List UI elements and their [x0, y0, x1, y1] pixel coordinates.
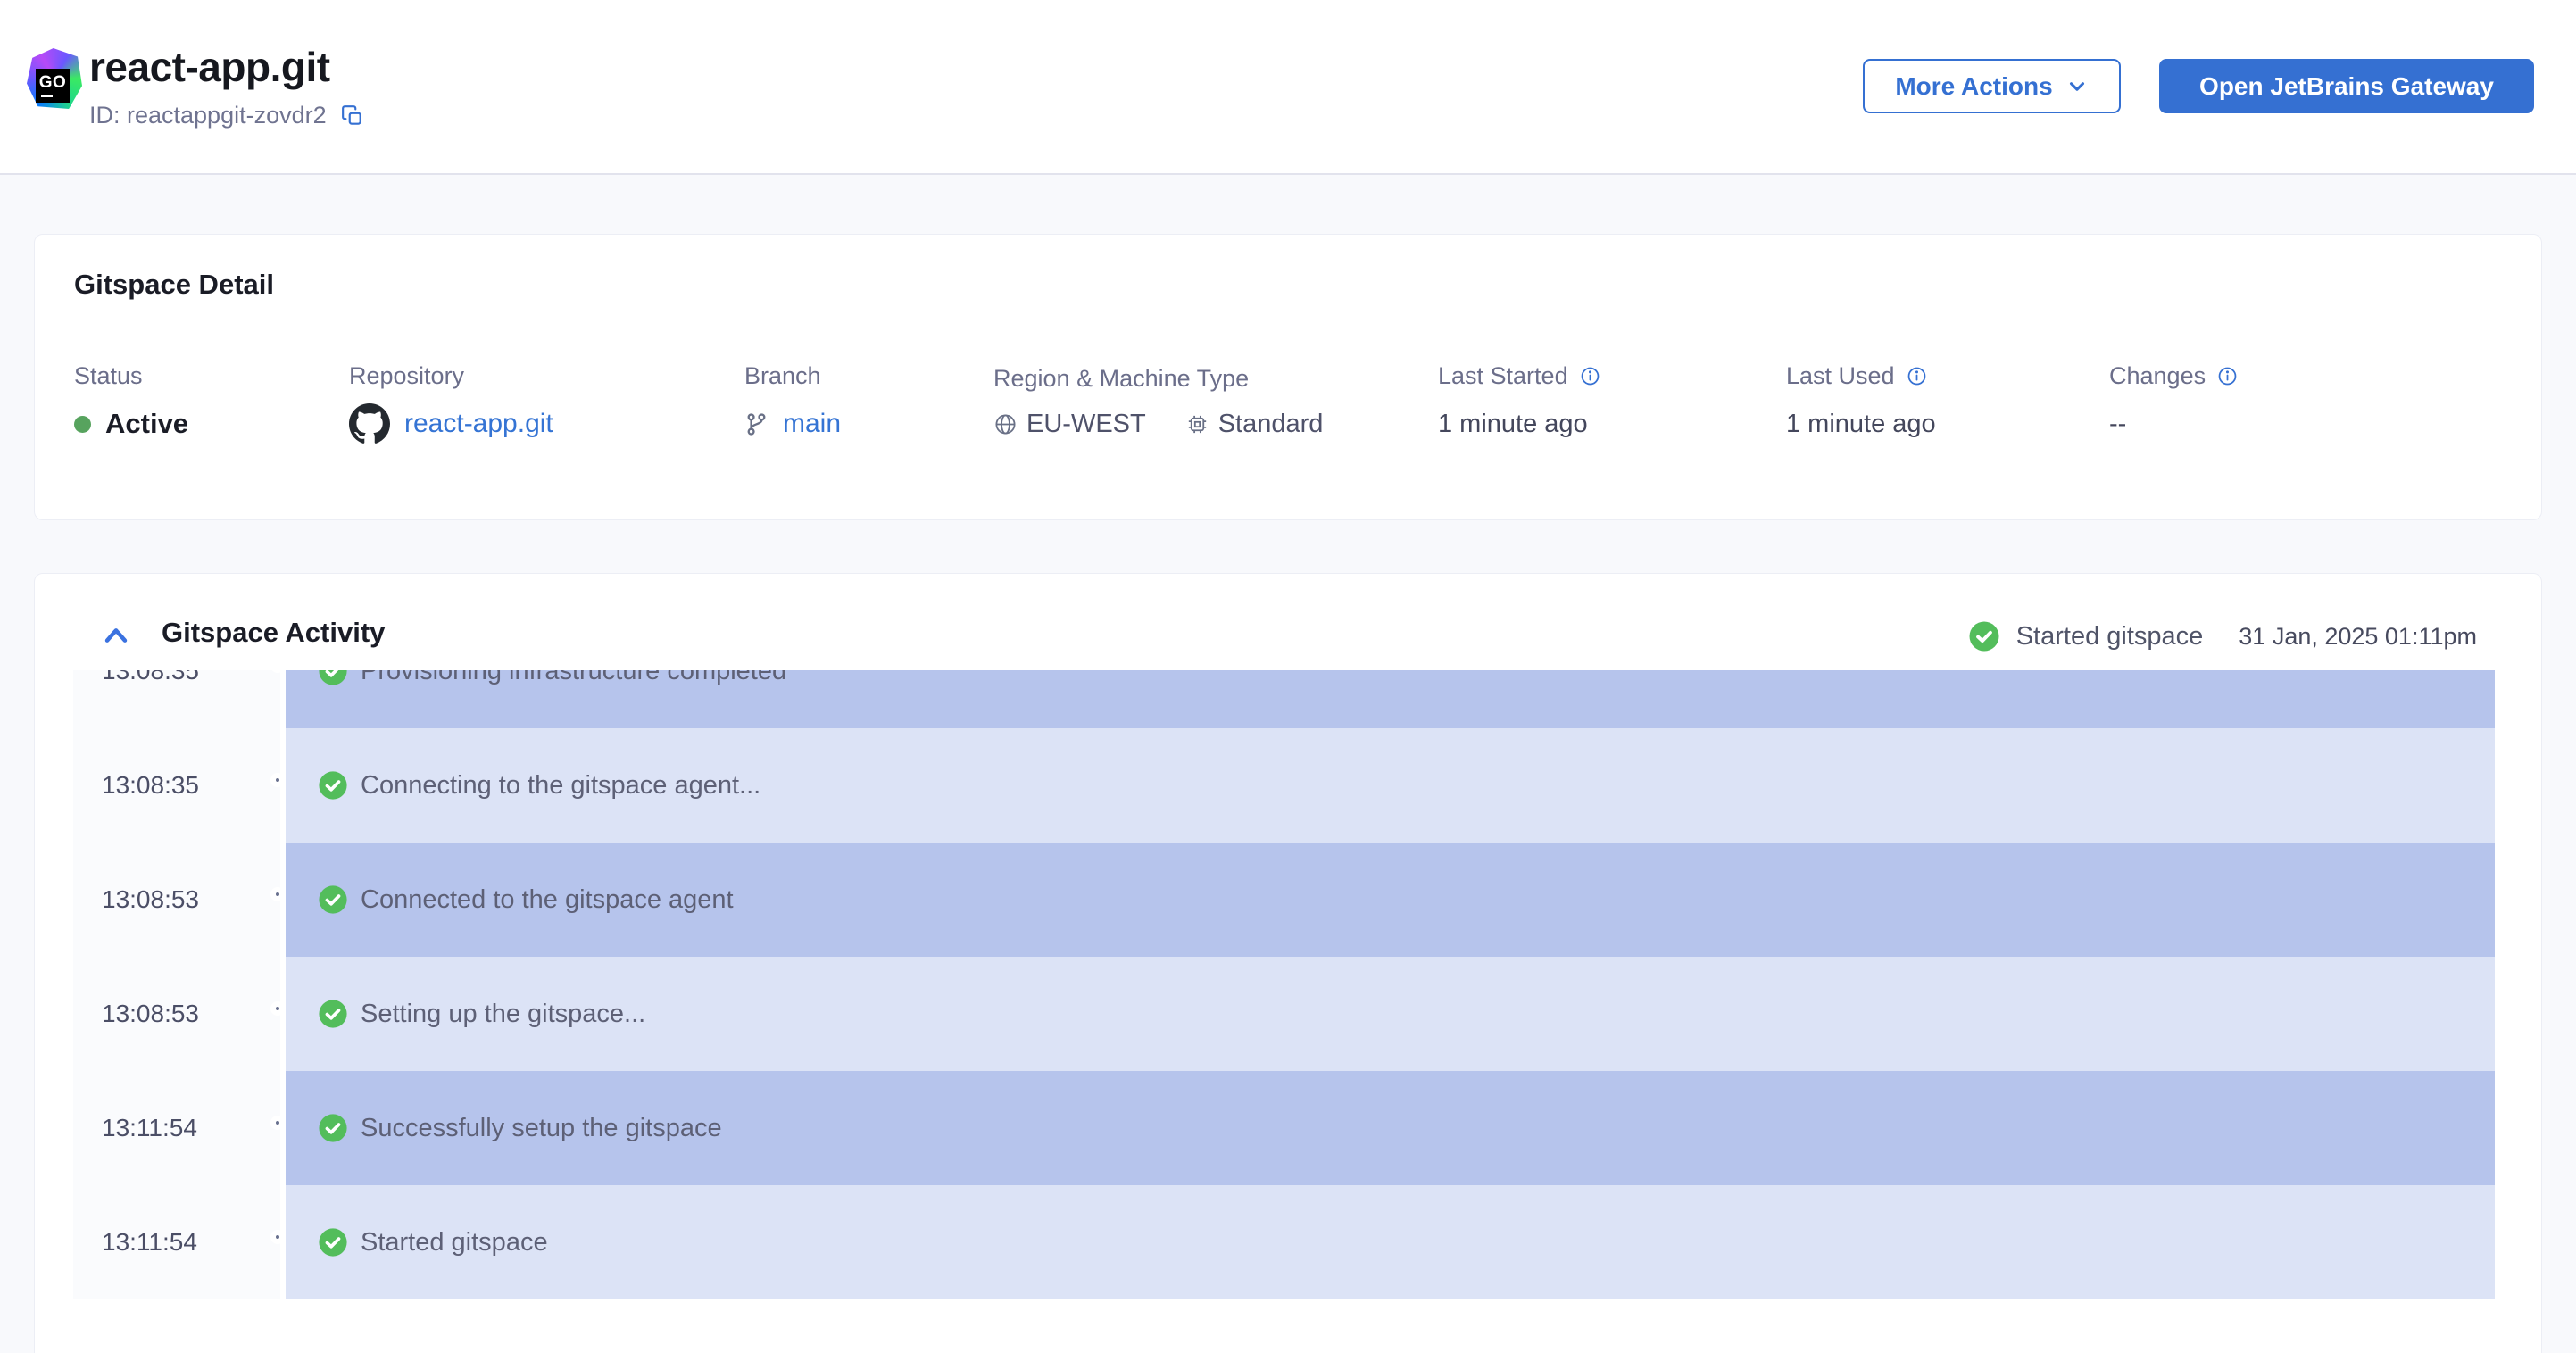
- activity-log-viewport[interactable]: 13:08:35 Provisioning infrastructure com…: [73, 670, 2495, 1299]
- last-started-label: Last Started: [1438, 362, 1568, 389]
- timeline-dot: [270, 773, 285, 787]
- page-title: react-app.git: [89, 44, 330, 90]
- globe-icon: [993, 412, 1018, 436]
- branch-link[interactable]: main: [783, 409, 841, 439]
- git-branch-icon: [744, 412, 769, 436]
- goland-logo-mark: GO: [36, 69, 70, 103]
- info-icon[interactable]: [2216, 365, 2239, 387]
- log-row: 13:08:53 Connected to the gitspace agent: [73, 843, 2495, 957]
- github-icon: [349, 403, 390, 444]
- activity-card-title: Gitspace Activity: [162, 617, 386, 648]
- copy-icon[interactable]: [341, 104, 364, 128]
- header-actions: More Actions Open JetBrains Gateway: [1863, 59, 2534, 113]
- last-started-value: 1 minute ago: [1438, 409, 1588, 438]
- machine-type-icon: [1185, 412, 1209, 436]
- activity-log-rows: 13:08:35 Provisioning infrastructure com…: [73, 670, 2495, 1299]
- check-circle-icon: [318, 770, 348, 801]
- status-active-dot: [74, 415, 91, 433]
- status-value: Active: [105, 408, 189, 439]
- activity-status: Started gitspace 31 Jan, 2025 01:11pm: [1968, 620, 2477, 652]
- repository-link[interactable]: react-app.git: [404, 409, 553, 439]
- changes-value: --: [2109, 409, 2127, 438]
- gitspace-id: ID: reactappgit-zovdr2: [89, 102, 327, 129]
- status-label: Status: [74, 362, 143, 389]
- log-message: Connecting to the gitspace agent...: [361, 770, 761, 800]
- log-message: Started gitspace: [361, 1227, 548, 1257]
- info-icon[interactable]: [1579, 365, 1601, 387]
- log-row: 13:08:35 Connecting to the gitspace agen…: [73, 728, 2495, 843]
- changes-label: Changes: [2109, 362, 2206, 389]
- log-message: Setting up the gitspace...: [361, 999, 646, 1028]
- check-circle-icon: [318, 1227, 348, 1258]
- last-used-value: 1 minute ago: [1786, 409, 1936, 438]
- log-row: 13:08:53 Setting up the gitspace...: [73, 957, 2495, 1071]
- open-jetbrains-gateway-button[interactable]: Open JetBrains Gateway: [2159, 59, 2534, 113]
- more-actions-button[interactable]: More Actions: [1863, 59, 2121, 113]
- region-machine-label: Region & Machine Type: [993, 365, 1250, 392]
- last-used-label: Last Used: [1786, 362, 1895, 389]
- log-row: 13:08:35 Provisioning infrastructure com…: [73, 670, 2495, 728]
- goland-logo-icon: GO: [27, 48, 82, 109]
- branch-label: Branch: [744, 362, 821, 389]
- log-time: 13:08:53: [102, 1000, 199, 1027]
- more-actions-label: More Actions: [1895, 71, 2053, 100]
- timeline-dot: [270, 1001, 285, 1016]
- region-value: EU-WEST: [1026, 409, 1146, 438]
- log-message: Provisioning infrastructure completed: [361, 670, 787, 685]
- log-row: 13:11:54 Successfully setup the gitspace: [73, 1071, 2495, 1185]
- page-header: GO react-app.git ID: reactappgit-zovdr2 …: [0, 0, 2576, 175]
- machine-type-value: Standard: [1217, 409, 1324, 438]
- timeline-dot: [270, 1116, 285, 1130]
- repository-label: Repository: [349, 362, 465, 389]
- detail-card-title: Gitspace Detail: [74, 269, 274, 300]
- check-circle-icon: [318, 999, 348, 1029]
- log-time: 13:08:53: [102, 885, 199, 913]
- log-message: Connected to the gitspace agent: [361, 884, 734, 914]
- open-gateway-label: Open JetBrains Gateway: [2199, 71, 2494, 100]
- log-time: 13:08:35: [102, 771, 199, 799]
- log-time: 13:11:54: [102, 1228, 197, 1256]
- gitspace-id-row: ID: reactappgit-zovdr2: [89, 102, 364, 129]
- check-circle-icon: [1968, 620, 2000, 652]
- activity-date: 31 Jan, 2025 01:11pm: [2239, 622, 2477, 650]
- check-circle-icon: [318, 670, 348, 686]
- chevron-up-icon[interactable]: [101, 622, 131, 649]
- log-time: 13:11:54: [102, 1114, 197, 1141]
- check-circle-icon: [318, 884, 348, 915]
- check-circle-icon: [318, 1113, 348, 1143]
- log-message: Successfully setup the gitspace: [361, 1113, 722, 1142]
- timeline-dot: [270, 887, 285, 901]
- activity-status-text: Started gitspace: [2015, 621, 2204, 651]
- chevron-down-icon: [2069, 81, 2084, 91]
- gitspace-detail-card: Gitspace Detail Status Active Repository…: [34, 234, 2542, 520]
- log-time: 13:08:35: [102, 670, 199, 685]
- timeline-dot: [270, 1230, 285, 1244]
- log-row: 13:11:54 Started gitspace: [73, 1185, 2495, 1299]
- info-icon[interactable]: [1906, 365, 1928, 387]
- gitspace-activity-card: Gitspace Activity Started gitspace 31 Ja…: [34, 573, 2542, 1353]
